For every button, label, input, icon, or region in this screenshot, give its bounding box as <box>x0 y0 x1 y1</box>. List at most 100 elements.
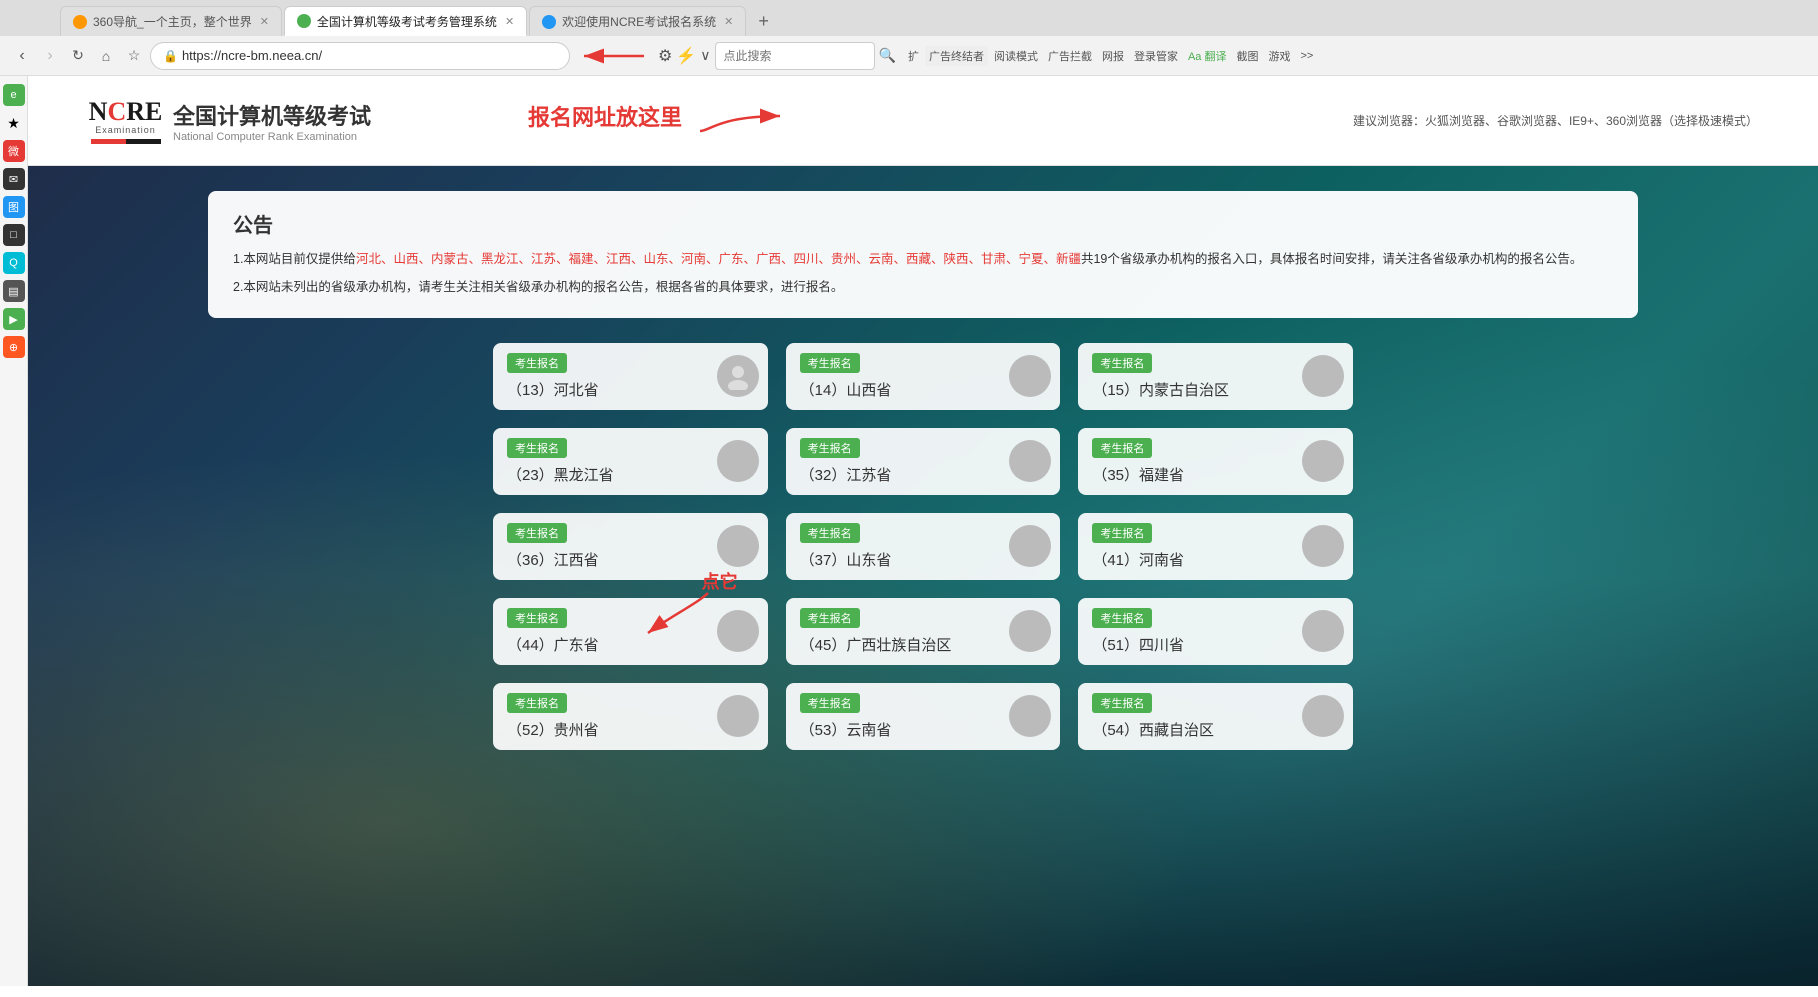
tab-1[interactable]: 360导航_一个主页，整个世界 ✕ <box>60 6 282 36</box>
browser-tip: 建议浏览器：火狐浏览器、谷歌浏览器、IE9+、360浏览器（选择极速模式） <box>1353 112 1758 129</box>
tab-3-label: 欢迎使用NCRE考试报名系统 <box>562 13 716 30</box>
toolbar-loginmgr[interactable]: 登录管家 <box>1130 46 1182 66</box>
search-input[interactable] <box>715 42 875 70</box>
sidebar-icon-7[interactable]: Q <box>3 252 25 274</box>
province-card-35[interactable]: 考生报名 （35）福建省 <box>1078 428 1353 495</box>
sidebar-icon-6[interactable]: □ <box>3 224 25 246</box>
tab-3[interactable]: 欢迎使用NCRE考试报名系统 ✕ <box>529 6 746 36</box>
back-button[interactable]: ‹ <box>10 44 34 68</box>
toolbar-netreg[interactable]: 网报 <box>1098 46 1128 66</box>
province-45-name: （45）广西壮族自治区 <box>800 634 987 655</box>
address-arrow-annotation <box>574 41 654 71</box>
logo-n: N <box>89 97 108 127</box>
province-card-15[interactable]: 考生报名 （15）内蒙古自治区 <box>1078 343 1353 410</box>
province-13-badge: 考生报名 <box>507 353 567 373</box>
home-button[interactable]: ⌂ <box>94 44 118 68</box>
logo-en-text: National Computer Rank Examination <box>173 131 371 143</box>
toolbar-games[interactable]: 游戏 <box>1264 46 1294 66</box>
province-45-avatar <box>1000 598 1060 665</box>
tab-2-label: 全国计算机等级考试考务管理系统 <box>317 13 497 30</box>
tab-1-favicon <box>73 15 87 29</box>
province-37-avatar <box>1000 513 1060 580</box>
tab-1-close[interactable]: ✕ <box>260 15 269 28</box>
sidebar-icon-9[interactable]: ▶ <box>3 308 25 330</box>
logo-re: RE <box>126 97 162 127</box>
province-card-52[interactable]: 考生报名 （52）贵州省 <box>493 683 768 750</box>
province-44-badge: 考生报名 <box>507 608 567 628</box>
notice-line1-suffix: 共19个省级承办机构的报名入口，具体报名时间安排，请关注各省级承办机构的报名公告… <box>1081 252 1582 266</box>
toolbar-adblock[interactable]: 广告终结者 <box>925 46 988 66</box>
toolbar-more[interactable]: >> <box>1296 48 1317 64</box>
province-card-51[interactable]: 考生报名 （51）四川省 <box>1078 598 1353 665</box>
toolbar-reader[interactable]: 阅读模式 <box>990 46 1042 66</box>
notice-line-1: 1.本网站目前仅提供给河北、山西、内蒙古、黑龙江、江苏、福建、江西、山东、河南、… <box>233 248 1613 272</box>
province-52-name: （52）贵州省 <box>507 719 694 740</box>
sidebar-icon-10[interactable]: ⊕ <box>3 336 25 358</box>
sidebar-icon-5[interactable]: 图 <box>3 196 25 218</box>
province-card-32[interactable]: 考生报名 （32）江苏省 <box>786 428 1061 495</box>
province-23-avatar <box>708 428 768 495</box>
province-35-badge: 考生报名 <box>1092 438 1152 458</box>
province-card-37[interactable]: 考生报名 （37）山东省 <box>786 513 1061 580</box>
toolbar-extend[interactable]: 扩 <box>904 46 923 66</box>
tab-2[interactable]: 全国计算机等级考试考务管理系统 ✕ <box>284 6 527 36</box>
province-14-badge: 考生报名 <box>800 353 860 373</box>
province-41-name: （41）河南省 <box>1092 549 1279 570</box>
province-card-44[interactable]: 考生报名 （44）广东省 <box>493 598 768 665</box>
point-arrow-svg <box>638 588 718 638</box>
lightning-icon[interactable]: ⚡ <box>676 46 696 66</box>
province-35-name: （35）福建省 <box>1092 464 1279 485</box>
forward-button[interactable]: › <box>38 44 62 68</box>
province-35-avatar <box>1293 428 1353 495</box>
province-card-54[interactable]: 考生报名 （54）西藏自治区 <box>1078 683 1353 750</box>
province-card-23[interactable]: 考生报名 （23）黑龙江省 <box>493 428 768 495</box>
province-card-45[interactable]: 考生报名 （45）广西壮族自治区 <box>786 598 1061 665</box>
notice-line-2: 2.本网站未列出的省级承办机构，请考生关注相关省级承办机构的报名公告，根据各省的… <box>233 276 1613 300</box>
province-41-avatar <box>1293 513 1353 580</box>
sidebar-icon-8[interactable]: ▤ <box>3 280 25 302</box>
left-sidebar: e ★ 微 ✉ 图 □ Q ▤ ▶ ⊕ <box>0 76 28 986</box>
sidebar-icon-1[interactable]: e <box>3 84 25 106</box>
header-arrow-svg <box>690 96 790 136</box>
province-15-avatar <box>1293 343 1353 410</box>
province-37-name: （37）山东省 <box>800 549 987 570</box>
sidebar-icon-3[interactable]: 微 <box>3 140 25 162</box>
province-14-name: （14）山西省 <box>800 379 987 400</box>
address-input-container[interactable]: 🔒 https://ncre-bm.neea.cn/ <box>150 42 570 70</box>
province-36-name: （36）江西省 <box>507 549 694 570</box>
new-tab-button[interactable]: + <box>748 6 779 36</box>
province-23-badge: 考生报名 <box>507 438 567 458</box>
address-bar-more[interactable]: ∨ <box>700 47 710 64</box>
toolbar-translate[interactable]: Aa 翻译 <box>1184 46 1231 66</box>
search-icon[interactable]: 🔍 <box>879 47 896 64</box>
province-51-avatar <box>1293 598 1353 665</box>
tab-3-close[interactable]: ✕ <box>724 15 733 28</box>
province-13-avatar <box>708 343 768 410</box>
tab-1-label: 360导航_一个主页，整个世界 <box>93 13 252 30</box>
province-54-avatar <box>1293 683 1353 750</box>
https-icon: 🔒 <box>163 49 178 63</box>
province-card-41[interactable]: 考生报名 （41）河南省 <box>1078 513 1353 580</box>
toolbar-items: 扩 广告终结者 阅读模式 广告拦截 网报 登录管家 Aa 翻译 截图 游戏 >> <box>904 46 1317 66</box>
tab-2-close[interactable]: ✕ <box>505 15 514 28</box>
bookmark-button[interactable]: ☆ <box>122 44 146 68</box>
province-card-13[interactable]: 考生报名 （13）河北省 <box>493 343 768 410</box>
refresh-button[interactable]: ↻ <box>66 44 90 68</box>
hero-content: 公告 1.本网站目前仅提供给河北、山西、内蒙古、黑龙江、江苏、福建、江西、山东、… <box>28 166 1818 775</box>
header-annotation-group: 报名网址放这里 <box>528 96 790 136</box>
browser-chrome: 360导航_一个主页，整个世界 ✕ 全国计算机等级考试考务管理系统 ✕ 欢迎使用… <box>0 0 1818 76</box>
settings-refresh[interactable]: ⚙ <box>658 46 672 66</box>
province-52-badge: 考生报名 <box>507 693 567 713</box>
toolbar-screenshot[interactable]: 截图 <box>1232 46 1262 66</box>
site-logo: N C RE Examination 全国计算机等级考试 National Co… <box>88 88 371 153</box>
province-card-14[interactable]: 考生报名 （14）山西省 <box>786 343 1061 410</box>
province-36-badge: 考生报名 <box>507 523 567 543</box>
logo-examination: Examination <box>95 125 156 135</box>
sidebar-icon-4[interactable]: ✉ <box>3 168 25 190</box>
sidebar-icon-2[interactable]: ★ <box>3 112 25 134</box>
province-15-name: （15）内蒙古自治区 <box>1092 379 1279 400</box>
province-card-53[interactable]: 考生报名 （53）云南省 <box>786 683 1061 750</box>
browser-layout: e ★ 微 ✉ 图 □ Q ▤ ▶ ⊕ N C RE Examination <box>0 76 1818 986</box>
toolbar-adcatch[interactable]: 广告拦截 <box>1044 46 1096 66</box>
province-37-badge: 考生报名 <box>800 523 860 543</box>
